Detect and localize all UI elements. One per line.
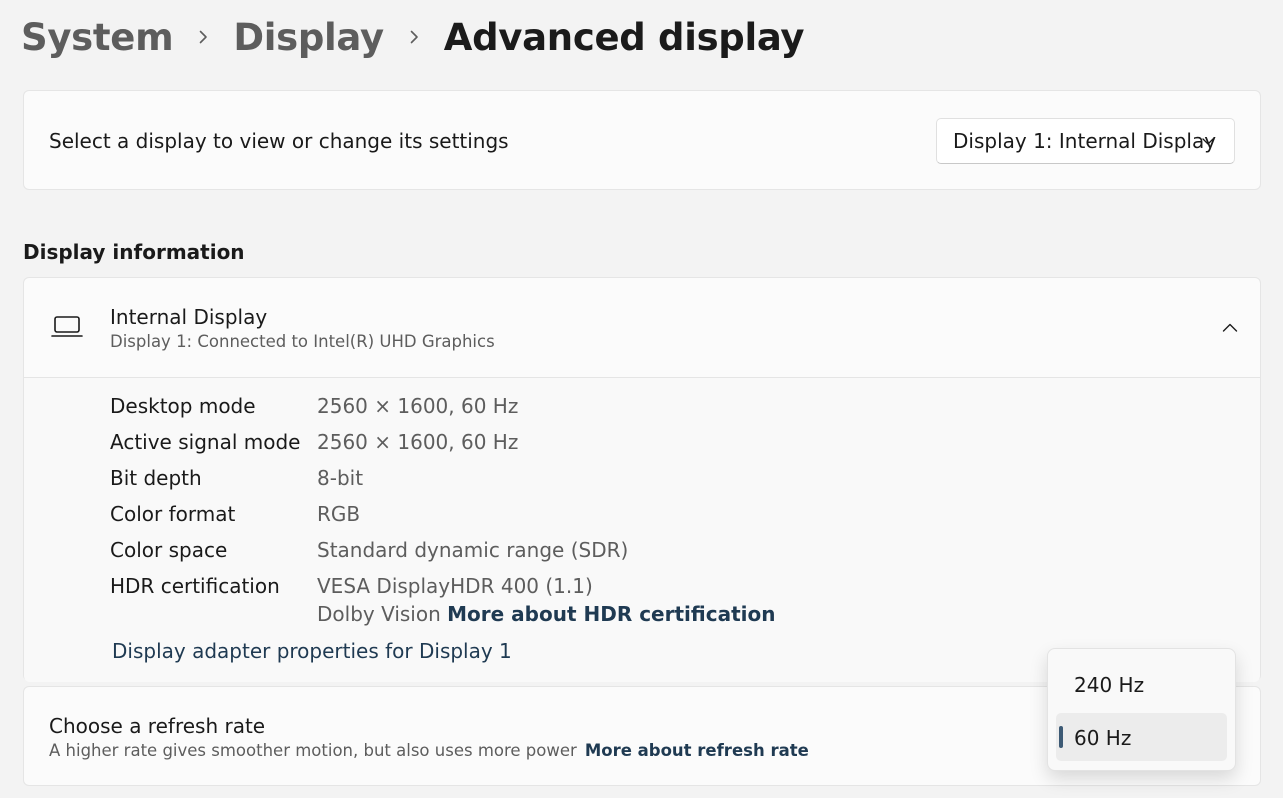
hdr-certification-link[interactable]: More about HDR certification [447,602,775,626]
chevron-down-icon [1200,133,1216,149]
info-row-color-space: Color space Standard dynamic range (SDR) [110,538,628,568]
display-selector-dropdown[interactable]: Display 1: Internal Display [936,118,1235,164]
info-value: 8-bit [317,466,364,490]
chevron-up-icon [1222,323,1238,332]
collapse-button[interactable] [1214,312,1246,344]
display-name: Internal Display [110,305,268,329]
breadcrumb-system[interactable]: System [21,16,174,59]
page-title: Advanced display [443,15,805,59]
display-selector-label: Select a display to view or change its s… [49,129,509,153]
info-value: 2560 × 1600, 60 Hz [317,394,519,418]
display-adapter-properties-link[interactable]: Display adapter properties for Display 1 [112,639,512,663]
selection-indicator [1059,726,1063,748]
refresh-rate-link[interactable]: More about refresh rate [585,741,809,760]
display-information-header[interactable]: Internal Display Display 1: Connected to… [24,278,1260,378]
refresh-option-label: 60 Hz [1074,726,1132,750]
info-label: Color space [110,538,228,562]
chevron-right-icon [173,12,233,62]
refresh-rate-menu: 240 Hz 60 Hz [1047,648,1236,771]
refresh-rate-description-line: A higher rate gives smoother motion, but… [49,741,809,760]
info-value: RGB [317,502,361,526]
display-connection: Display 1: Connected to Intel(R) UHD Gra… [110,332,495,351]
refresh-rate-description: A higher rate gives smoother motion, but… [49,741,577,760]
display-selector-card: Select a display to view or change its s… [23,90,1261,190]
info-label: Bit depth [110,466,202,490]
info-row-desktop-mode: Desktop mode 2560 × 1600, 60 Hz [110,394,518,424]
breadcrumb-display[interactable]: Display [233,16,384,59]
display-selector-value: Display 1: Internal Display [953,129,1217,153]
advanced-display-page: System Display Advanced display Select a… [0,0,1283,798]
info-value: Standard dynamic range (SDR) [317,538,629,562]
info-label: Active signal mode [110,430,301,454]
info-row-bit-depth: Bit depth 8-bit [110,466,363,496]
info-value: VESA DisplayHDR 400 (1.1) [317,574,593,598]
laptop-icon [51,314,83,340]
refresh-option-60hz[interactable]: 60 Hz [1056,713,1227,761]
info-row-hdr-certification: HDR certification VESA DisplayHDR 400 (1… [110,574,593,604]
info-value: 2560 × 1600, 60 Hz [317,430,519,454]
info-row-active-signal-mode: Active signal mode 2560 × 1600, 60 Hz [110,430,518,460]
display-information-heading: Display information [23,240,245,264]
chevron-right-icon [384,12,444,62]
refresh-rate-title: Choose a refresh rate [49,714,266,738]
info-label: Desktop mode [110,394,256,418]
display-information-card: Internal Display Display 1: Connected to… [23,277,1261,682]
hdr-extra-value: Dolby Vision [317,602,441,626]
display-information-body: Desktop mode 2560 × 1600, 60 Hz Active s… [24,378,1260,682]
info-label: Color format [110,502,236,526]
refresh-option-label: 240 Hz [1074,673,1145,697]
breadcrumb: System Display Advanced display [21,12,805,62]
info-row-color-format: Color format RGB [110,502,360,532]
refresh-option-240hz[interactable]: 240 Hz [1056,660,1227,708]
info-label: HDR certification [110,574,280,598]
hdr-extra-line: Dolby Vision More about HDR certificatio… [317,602,775,626]
